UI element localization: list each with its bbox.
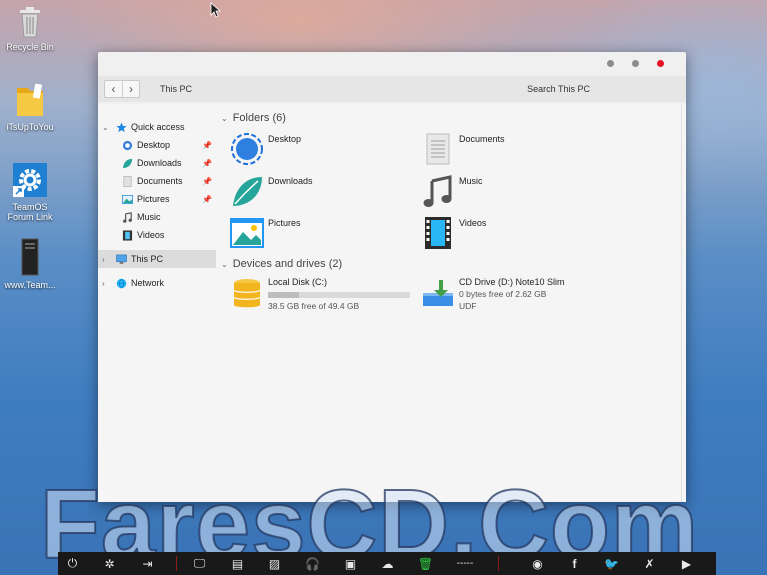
- leaf-icon: [233, 177, 262, 206]
- pin-icon: 📌: [202, 158, 212, 168]
- film-icon: [425, 217, 451, 249]
- desktop-circle-icon: [122, 140, 133, 150]
- taskbar: ⏻ ✲ ⇥ 🖵 ▤ ▨ 🎧 ▣ ☁ 🗑 ----- ◉ f 🐦 ✗ ▶: [58, 552, 716, 575]
- disk-usage-fill: [268, 292, 300, 298]
- folder-icon: [0, 82, 60, 120]
- desktop-icon-teamos[interactable]: TeamOS Forum Link: [0, 162, 60, 222]
- film-strip-icon[interactable]: ▣: [342, 555, 359, 572]
- monitor-icon[interactable]: 🖵: [191, 555, 208, 572]
- youtube-icon[interactable]: ▶: [678, 555, 695, 572]
- content-pane: ⌄ Folders (6) Desktop Documents Download…: [221, 104, 686, 502]
- sidebar-item-pictures[interactable]: Pictures 📌: [98, 190, 216, 208]
- desktop-icon-label: www.Team...: [4, 280, 56, 290]
- desktop-circle-icon: [231, 133, 263, 165]
- pin-icon: 📌: [202, 176, 212, 186]
- desktop-icon-label: TeamOS: [12, 202, 48, 212]
- trash-icon[interactable]: 🗑: [417, 555, 434, 572]
- pin-icon: 📌: [202, 194, 212, 204]
- chevron-left-icon: ‹: [111, 82, 116, 96]
- chevron-right-icon: ›: [102, 254, 105, 264]
- facebook-icon[interactable]: f: [566, 555, 583, 572]
- music-note-icon: [423, 175, 452, 207]
- drive-cd-d[interactable]: CD Drive (D:) Note10 Slim 0 bytes free o…: [421, 277, 621, 313]
- images-icon[interactable]: ▨: [266, 555, 283, 572]
- clock-text: -----: [456, 558, 474, 569]
- scrollbar[interactable]: [681, 104, 682, 502]
- desktop-icon-label: Recycle Bin: [6, 42, 54, 52]
- pin-icon: 📌: [202, 140, 212, 150]
- cloud-download-icon[interactable]: ☁: [379, 555, 396, 572]
- sidebar-item-documents[interactable]: Documents 📌: [98, 172, 216, 190]
- music-note-icon: [123, 211, 132, 223]
- star-icon: [116, 121, 127, 132]
- devices-header[interactable]: ⌄ Devices and drives (2): [221, 258, 342, 270]
- explorer-window: ‹ › This PC Search This PC ⌄ Quick acces…: [98, 52, 686, 502]
- separator: [498, 556, 499, 571]
- document-lines-icon: [426, 133, 450, 165]
- window-body: ⌄ Quick access Desktop 📌 Downloads 📌 Doc…: [98, 104, 686, 502]
- navigation-bar: ‹ › This PC Search This PC: [98, 76, 686, 102]
- gear-shortcut-icon: [0, 162, 60, 200]
- desktop-icon-label-line2: Forum Link: [7, 212, 53, 222]
- chevron-right-icon: ›: [102, 278, 105, 288]
- mouse-cursor-icon: [210, 2, 222, 18]
- pc-tower-icon: [0, 238, 60, 278]
- picture-icon: [122, 194, 133, 204]
- address-bar[interactable]: This PC: [160, 84, 192, 94]
- chrome-icon[interactable]: ◉: [529, 555, 546, 572]
- leaf-icon: [122, 158, 133, 168]
- database-drive-icon: [233, 279, 261, 308]
- nav-buttons: ‹ ›: [104, 80, 140, 98]
- power-icon[interactable]: ⏻: [64, 555, 81, 572]
- chevron-down-icon: ⌄: [221, 259, 228, 269]
- sidebar-item-this-pc[interactable]: › This PC: [98, 250, 216, 268]
- settings-icon[interactable]: ✲: [101, 555, 118, 572]
- chevron-right-icon: ›: [129, 82, 133, 96]
- sidebar-item-desktop[interactable]: Desktop 📌: [98, 136, 216, 154]
- title-bar: [98, 52, 686, 76]
- cd-drive-icon: [423, 280, 453, 306]
- tools-icon[interactable]: ✗: [641, 555, 658, 572]
- film-icon: [122, 229, 133, 241]
- desktop-icon-teamos-link[interactable]: www.Team...: [0, 238, 60, 290]
- monitor-icon: [116, 254, 127, 264]
- close-button[interactable]: [657, 60, 664, 67]
- document-icon[interactable]: ▤: [229, 555, 246, 572]
- back-button[interactable]: ‹: [105, 81, 122, 97]
- picture-icon: [230, 218, 264, 248]
- navigation-pane: ⌄ Quick access Desktop 📌 Downloads 📌 Doc…: [98, 104, 216, 502]
- disk-usage-bar: [268, 292, 410, 298]
- sidebar-item-music[interactable]: Music: [98, 208, 216, 226]
- sidebar-item-downloads[interactable]: Downloads 📌: [98, 154, 216, 172]
- sidebar-item-videos[interactable]: Videos: [98, 226, 216, 244]
- maximize-button[interactable]: [632, 60, 639, 67]
- document-icon: [123, 175, 132, 187]
- sidebar-item-network[interactable]: › Network: [98, 274, 216, 292]
- desktop-icon-recycle-bin[interactable]: Recycle Bin: [0, 6, 60, 52]
- sidebar-item-quick-access[interactable]: ⌄ Quick access: [98, 118, 216, 136]
- logout-icon[interactable]: ⇥: [139, 555, 156, 572]
- folders-header[interactable]: ⌄ Folders (6): [221, 112, 286, 124]
- desktop-icon-label: iTsUpToYou: [6, 122, 54, 132]
- forward-button[interactable]: ›: [122, 81, 139, 97]
- drive-local-c[interactable]: Local Disk (C:) 38.5 GB free of 49.4 GB: [230, 277, 420, 313]
- recycle-bin-icon: [0, 6, 60, 40]
- desktop-icon-itsuptoyou[interactable]: iTsUpToYou: [0, 82, 60, 132]
- twitter-icon[interactable]: 🐦: [603, 555, 620, 572]
- search-input[interactable]: Search This PC: [527, 84, 590, 94]
- chevron-down-icon: ⌄: [102, 122, 109, 132]
- chevron-down-icon: ⌄: [221, 113, 228, 123]
- separator: [176, 556, 177, 571]
- network-globe-icon: [116, 278, 127, 288]
- minimize-button[interactable]: [607, 60, 614, 67]
- headphones-icon[interactable]: 🎧: [304, 555, 321, 572]
